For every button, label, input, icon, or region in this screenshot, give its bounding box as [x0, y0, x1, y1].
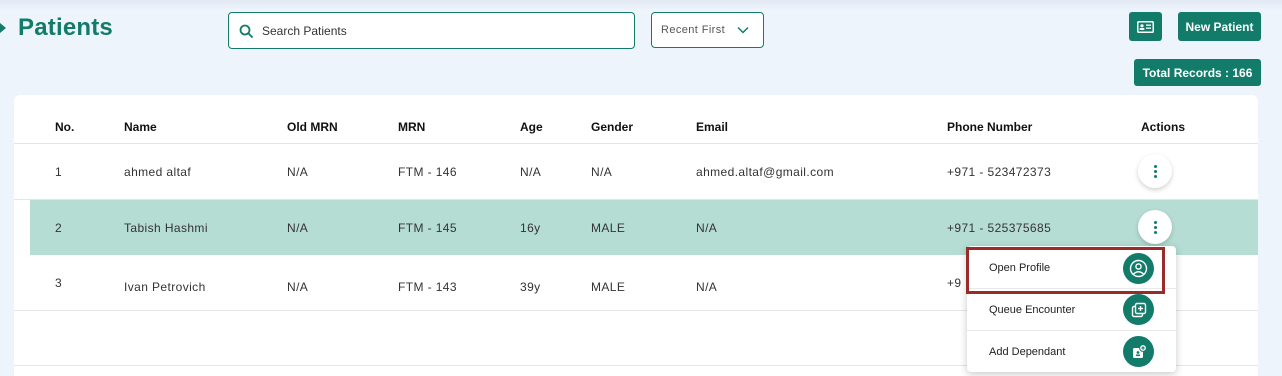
- highlight-annotation: [966, 247, 1165, 294]
- column-header-mrn: MRN: [398, 120, 426, 134]
- column-header-email: Email: [696, 120, 729, 134]
- caret-right-icon: [0, 23, 6, 33]
- row-actions-button[interactable]: [1138, 154, 1172, 188]
- cell-email: ahmed.altaf@gmail.com: [696, 165, 834, 179]
- cell-phone: +9: [947, 276, 962, 290]
- cell-mrn: FTM - 143: [398, 280, 457, 294]
- total-records-badge: Total Records : 166: [1134, 59, 1261, 86]
- search-input[interactable]: [262, 23, 622, 38]
- column-header-no: No.: [55, 120, 75, 134]
- page-header: Patients: [0, 14, 113, 42]
- new-patient-button[interactable]: New Patient: [1178, 12, 1261, 41]
- cell-mrn: FTM - 146: [398, 165, 457, 179]
- menu-item-queue-encounter[interactable]: Queue Encounter: [967, 288, 1176, 330]
- sort-select[interactable]: Recent First: [651, 12, 764, 48]
- cell-age: N/A: [520, 165, 542, 179]
- menu-item-label: Add Dependant: [989, 345, 1066, 358]
- cell-email: N/A: [696, 221, 718, 235]
- cell-name: Tabish Hashmi: [124, 221, 208, 235]
- column-header-gender: Gender: [591, 120, 634, 134]
- cell-no: 1: [55, 165, 63, 179]
- cell-no: 3: [55, 276, 63, 290]
- column-header-age: Age: [520, 120, 543, 134]
- column-header-phone: Phone Number: [947, 120, 1033, 134]
- cell-name: Ivan Petrovich: [124, 280, 206, 294]
- cell-gender: MALE: [591, 221, 626, 235]
- table-header: No. Name Old MRN MRN Age Gender Email Ph…: [14, 95, 1258, 144]
- queue-add-icon: [1123, 294, 1154, 325]
- row-actions-button[interactable]: [1138, 210, 1172, 244]
- table-row[interactable]: 1 ahmed altaf N/A FTM - 146 N/A N/A ahme…: [14, 144, 1258, 200]
- cell-no: 2: [55, 221, 63, 235]
- kebab-menu-icon: [1153, 220, 1157, 234]
- cell-mrn: FTM - 145: [398, 221, 457, 235]
- cell-gender: MALE: [591, 280, 626, 294]
- cell-old-mrn: N/A: [287, 280, 309, 294]
- cell-phone: +971 - 523472373: [947, 165, 1052, 179]
- page-title: Patients: [18, 14, 113, 41]
- cell-age: 39y: [520, 280, 541, 294]
- menu-item-add-dependant[interactable]: Add Dependant: [967, 330, 1176, 372]
- cell-name: ahmed altaf: [124, 165, 192, 179]
- chevron-down-icon: [737, 26, 749, 34]
- cell-old-mrn: N/A: [287, 221, 309, 235]
- cell-phone: +971 - 525375685: [947, 221, 1052, 235]
- top-shadow: [0, 0, 1282, 10]
- cell-email: N/A: [696, 280, 718, 294]
- search-box[interactable]: [228, 12, 635, 49]
- kebab-menu-icon: [1153, 164, 1157, 178]
- column-header-name: Name: [124, 120, 157, 134]
- cell-old-mrn: N/A: [287, 165, 309, 179]
- cell-gender: N/A: [591, 165, 613, 179]
- id-card-button[interactable]: [1129, 12, 1162, 41]
- cell-age: 16y: [520, 221, 541, 235]
- add-dependant-icon: [1123, 336, 1154, 367]
- id-card-icon: [1137, 20, 1154, 33]
- column-header-old-mrn: Old MRN: [287, 120, 338, 134]
- search-icon: [239, 24, 253, 38]
- column-header-actions: Actions: [1141, 120, 1186, 134]
- menu-item-label: Queue Encounter: [989, 303, 1076, 316]
- sort-select-value: Recent First: [661, 24, 726, 36]
